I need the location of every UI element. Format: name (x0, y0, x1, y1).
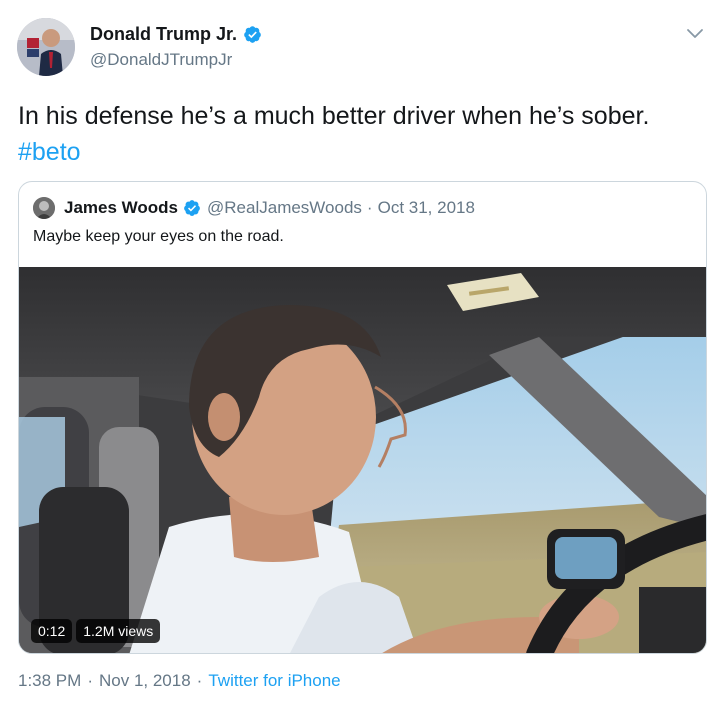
chevron-down-icon[interactable] (686, 26, 704, 40)
hashtag-link[interactable]: #beto (18, 134, 708, 170)
separator-dot: · (196, 671, 203, 690)
video-views-badge: 1.2M views (76, 619, 161, 643)
quoted-tweet-text: Maybe keep your eyes on the road. (33, 228, 284, 245)
video-frame-image (19, 267, 706, 653)
tweet-source-link[interactable]: Twitter for iPhone (208, 671, 340, 691)
quoted-tweet-date: Oct 31, 2018 (377, 198, 475, 217)
tweet-card: Donald Trump Jr. @DonaldJTrumpJr In his … (0, 0, 720, 701)
video-badges: 0:12 1.2M views (31, 619, 161, 643)
quoted-author-handle: @RealJamesWoods (207, 198, 362, 217)
tweet-time[interactable]: 1:38 PM (18, 671, 81, 691)
author-handle[interactable]: @DonaldJTrumpJr (90, 50, 262, 70)
quoted-tweet[interactable]: James Woods @RealJamesWoods · Oct 31, 20… (18, 181, 707, 654)
video-player[interactable]: 0:12 1.2M views (19, 267, 706, 653)
separator-dot: · (87, 671, 93, 690)
verified-badge-icon (244, 26, 261, 43)
verified-badge-icon (184, 200, 200, 216)
author-info: Donald Trump Jr. @DonaldJTrumpJr (90, 24, 262, 70)
author-display-name[interactable]: Donald Trump Jr. (90, 24, 237, 45)
quoted-author-name: James Woods (64, 198, 179, 217)
tweet-metadata: 1:38 PM · Nov 1, 2018 · Twitter for iPho… (18, 671, 341, 691)
tweet-date[interactable]: Nov 1, 2018 (99, 671, 191, 691)
tweet-body: In his defense he’s a much better driver… (18, 98, 708, 170)
author-avatar[interactable] (17, 18, 75, 76)
tweet-text: In his defense he’s a much better driver… (18, 102, 650, 130)
video-duration-badge: 0:12 (31, 619, 73, 643)
quoted-author-avatar (33, 197, 55, 219)
separator-dot: · (366, 198, 373, 217)
quoted-tweet-header: James Woods @RealJamesWoods · Oct 31, 20… (33, 196, 475, 220)
